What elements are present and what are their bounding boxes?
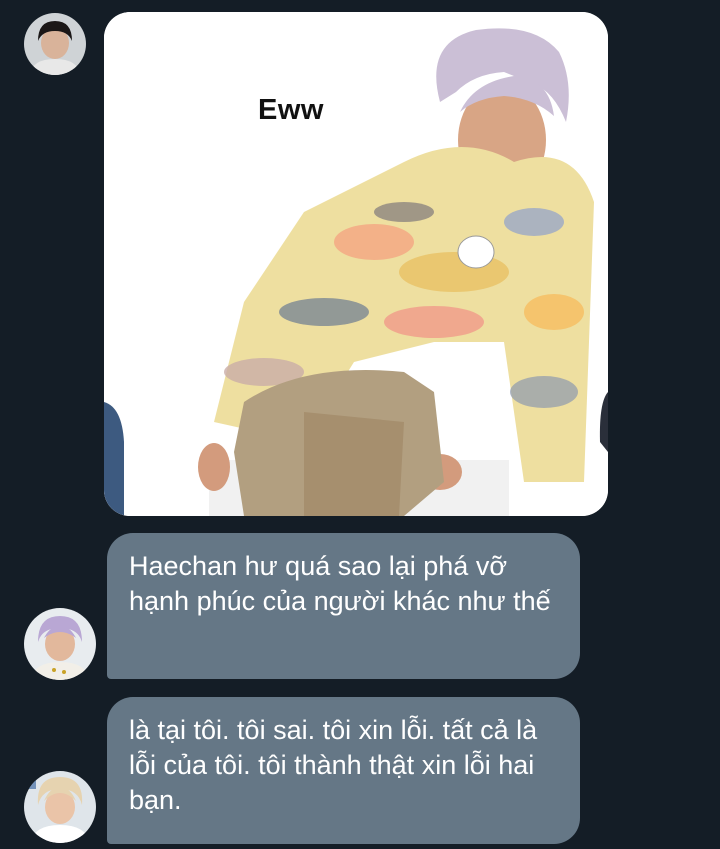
meme-caption: Eww bbox=[258, 94, 324, 126]
message-bubble-2[interactable]: là tại tôi. tôi sai. tôi xin lỗi. tất cả… bbox=[107, 697, 580, 844]
meme-photo bbox=[104, 12, 608, 516]
avatar-photo bbox=[24, 608, 96, 680]
sender-avatar-1[interactable] bbox=[24, 13, 86, 75]
avatar-photo bbox=[24, 13, 86, 75]
image-message[interactable]: Eww bbox=[104, 12, 608, 516]
message-bubble-1[interactable]: Haechan hư quá sao lại phá vỡ hạnh phúc … bbox=[107, 533, 580, 679]
sender-avatar-2[interactable] bbox=[24, 608, 96, 680]
message-text-2: là tại tôi. tôi sai. tôi xin lỗi. tất cả… bbox=[129, 715, 538, 815]
sender-avatar-3[interactable] bbox=[24, 771, 96, 843]
avatar-photo bbox=[24, 771, 96, 843]
message-text-1: Haechan hư quá sao lại phá vỡ hạnh phúc … bbox=[129, 551, 551, 616]
